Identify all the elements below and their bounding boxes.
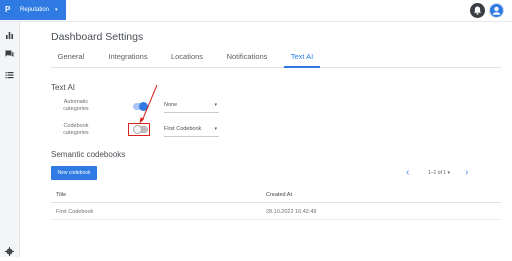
page-title: Dashboard Settings: [51, 31, 144, 43]
row-created-at: 28.10.2022 16:42:49: [266, 209, 317, 215]
tab-general[interactable]: General: [51, 47, 91, 68]
automatic-label-line2: categories: [63, 106, 89, 112]
app-logo-icon: P: [5, 5, 11, 14]
chat-icon[interactable]: [5, 45, 14, 57]
automatic-categories-label: Automatic categories: [56, 99, 96, 113]
next-page-icon[interactable]: ›: [465, 167, 468, 178]
chevron-down-icon: ▾: [214, 102, 217, 108]
gear-icon[interactable]: [5, 243, 14, 256]
automatic-select-value: None: [164, 102, 178, 108]
prev-page-icon[interactable]: ‹: [406, 167, 409, 178]
bar-chart-icon[interactable]: [5, 26, 14, 39]
annotation-arrow: [139, 84, 158, 124]
chevron-down-icon: ▾: [214, 126, 217, 132]
automatic-label-line1: Automatic: [63, 99, 89, 105]
semantic-codebooks-heading: Semantic codebooks: [51, 150, 126, 159]
codebook-select-value: First Codebook: [164, 126, 202, 132]
app-name: Reputation: [20, 7, 50, 13]
table-row[interactable]: First Codebook 28.10.2022 16:42:49: [51, 204, 501, 220]
tab-locations[interactable]: Locations: [167, 47, 207, 68]
row-title: First Codebook: [56, 209, 94, 215]
tab-notifications[interactable]: Notifications: [222, 47, 272, 68]
text-ai-heading: Text AI: [51, 83, 76, 92]
settings-tabs: General Integrations Locations Notificat…: [51, 47, 501, 68]
table-header: Title Created At: [51, 187, 501, 203]
automatic-categories-select[interactable]: None ▾: [164, 99, 219, 113]
codebook-label-line1: Codebook: [63, 123, 89, 129]
app-switcher-button[interactable]: P Reputation ▾: [0, 0, 66, 20]
codebook-categories-label: Codebook categories: [56, 123, 96, 137]
column-header-created-at[interactable]: Created At: [266, 192, 292, 198]
codebook-label-line2: categories: [63, 130, 89, 136]
tab-integrations[interactable]: Integrations: [104, 47, 152, 68]
list-icon[interactable]: [5, 66, 14, 79]
top-bar: P Reputation ▾: [0, 0, 512, 22]
codebook-select[interactable]: First Codebook ▾: [164, 123, 219, 137]
sidebar: [0, 22, 20, 257]
user-avatar-icon[interactable]: [489, 3, 504, 18]
new-codebook-button[interactable]: New codebook: [51, 166, 97, 180]
pagination-text[interactable]: 1–1 of 1 ▾: [428, 170, 450, 176]
chevron-down-icon: ▾: [55, 7, 58, 13]
bell-icon[interactable]: [470, 3, 485, 18]
column-header-title[interactable]: Title: [56, 192, 66, 198]
tab-text-ai[interactable]: Text AI: [284, 47, 320, 68]
